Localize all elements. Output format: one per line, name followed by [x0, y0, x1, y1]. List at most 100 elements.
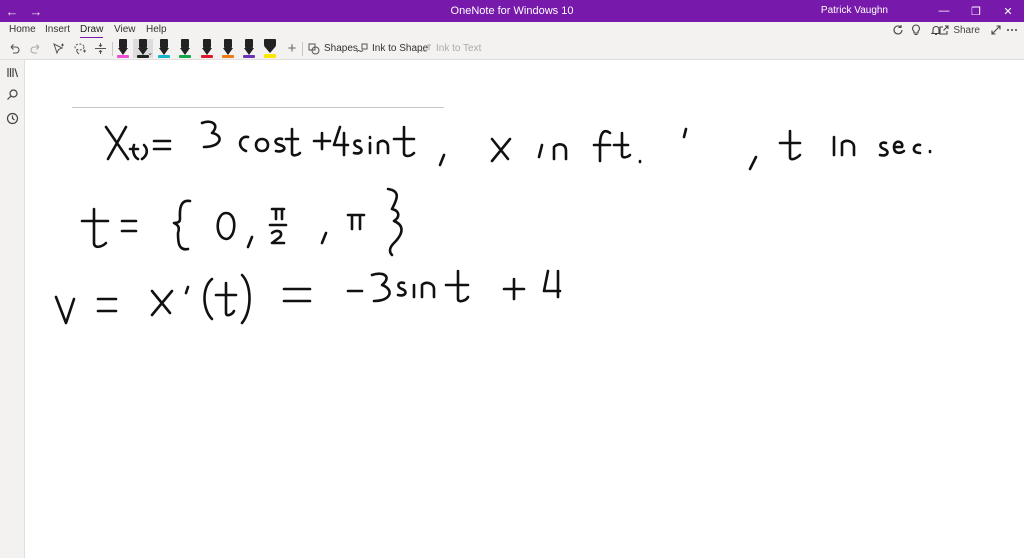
ink-to-text-icon — [420, 44, 431, 52]
pen-ink-swatch — [264, 54, 276, 58]
ink-brace-close — [386, 187, 403, 257]
pen-ink-swatch — [117, 55, 129, 58]
redo-icon[interactable] — [28, 38, 44, 59]
sync-icon[interactable] — [892, 22, 904, 38]
tab-insert[interactable]: Insert — [45, 24, 70, 38]
ink-to-text-button[interactable]: Ink to Text — [420, 38, 481, 59]
pen-body — [181, 39, 189, 48]
ink-s2 — [352, 139, 363, 155]
ink-x3 — [150, 289, 174, 317]
lasso-select-icon[interactable] — [71, 38, 87, 59]
pen-teal-tool[interactable] — [157, 39, 171, 58]
ink-n3 — [840, 139, 856, 157]
pen-tip — [264, 46, 276, 53]
undo-icon[interactable] — [6, 38, 22, 59]
ink-three2 — [370, 272, 391, 303]
search-icon[interactable] — [4, 86, 21, 103]
draw-ribbon: ⌄ + Shapes Ink to Shape Ink to Text — [0, 38, 1024, 60]
onenote-window: ← → OneNote for Windows 10 Patrick Vaugh… — [0, 0, 1024, 558]
ink-t2 — [392, 125, 416, 158]
close-glyph: ✕ — [1003, 5, 1013, 18]
ink-three — [200, 120, 221, 149]
share-label: Share — [953, 24, 980, 36]
ink-paren — [140, 143, 149, 161]
ink-t3 — [612, 131, 632, 159]
ink-t4 — [778, 129, 802, 161]
pen-red-tool[interactable] — [200, 39, 214, 58]
shapes-label: Shapes — [324, 43, 358, 54]
ink-paren-close — [240, 273, 251, 325]
more-options-icon[interactable] — [1006, 22, 1018, 38]
highlighter-yellow-tool[interactable] — [263, 39, 277, 58]
ink-s — [274, 137, 286, 153]
tab-home[interactable]: Home — [9, 24, 36, 38]
ink-n4 — [420, 281, 436, 299]
ink-zero — [216, 211, 236, 241]
ink-comma3 — [246, 235, 254, 249]
tab-draw[interactable]: Draw — [80, 24, 104, 39]
ink-plus2 — [502, 277, 526, 301]
ink-equals2 — [120, 219, 138, 233]
ink-t — [284, 127, 302, 157]
ink-c2 — [912, 143, 922, 155]
pen-ink-swatch — [179, 55, 191, 58]
ink-equals4 — [282, 287, 312, 303]
recent-clock-icon[interactable] — [4, 110, 21, 127]
ink-x — [104, 125, 130, 161]
ink-line-times — [80, 187, 403, 257]
pen-body — [119, 39, 127, 48]
shapes-button[interactable]: Shapes — [308, 38, 358, 59]
ink-drawing[interactable] — [26, 61, 1024, 558]
ink-t5 — [80, 207, 110, 249]
expand-icon[interactable] — [990, 22, 1002, 38]
ribbon-tabs: Home Insert Draw View Help — [0, 22, 1024, 39]
close-icon[interactable]: ✕ — [992, 0, 1024, 22]
pen-tip — [118, 48, 128, 55]
share-button[interactable]: Share — [938, 22, 980, 38]
ink-x2 — [490, 137, 512, 163]
share-icon — [939, 25, 949, 35]
restore-icon[interactable]: ❐ — [960, 0, 992, 22]
ink-n2 — [552, 143, 568, 161]
tab-help[interactable]: Help — [146, 24, 167, 38]
restore-glyph: ❐ — [971, 5, 981, 18]
pen-ink-swatch — [201, 55, 213, 58]
insert-space-icon[interactable] — [92, 38, 108, 59]
ink-i2 — [537, 143, 544, 159]
ink-c — [238, 135, 250, 153]
chevron-down-icon: ⌄ — [147, 50, 153, 57]
pen-body — [203, 39, 211, 48]
notebooks-icon[interactable] — [4, 64, 21, 81]
ink-o — [254, 137, 270, 153]
ink-equals — [152, 139, 172, 151]
ink-line-position — [104, 120, 932, 171]
ribbon-separator — [302, 42, 303, 56]
ink-t6 — [214, 281, 238, 317]
ink-comma4 — [320, 231, 328, 245]
ink-pi2 — [346, 213, 366, 231]
add-pen-icon[interactable]: + — [285, 38, 299, 59]
tab-view[interactable]: View — [114, 24, 136, 38]
ink-t-paren — [128, 143, 140, 161]
ink-four2 — [542, 269, 562, 299]
ink-v — [54, 295, 76, 325]
type-select-icon[interactable] — [50, 38, 66, 59]
pen-black-tool[interactable]: ⌄ — [133, 39, 153, 58]
pen-purple-tool[interactable] — [242, 39, 256, 58]
user-name[interactable]: Patrick Vaughn — [821, 0, 888, 22]
pen-pink-tool[interactable] — [116, 39, 130, 58]
lightbulb-icon[interactable] — [910, 22, 922, 38]
left-sidebar — [0, 60, 25, 558]
minimize-icon[interactable]: — — [928, 0, 960, 22]
pen-tip — [180, 48, 190, 55]
pen-body — [264, 39, 276, 46]
ink-s4 — [396, 281, 407, 297]
page-canvas[interactable] — [26, 61, 1024, 558]
pen-tip — [159, 48, 169, 55]
pen-ink-swatch — [243, 55, 255, 58]
ink-pi — [270, 207, 286, 221]
pen-green-tool[interactable] — [178, 39, 192, 58]
pen-orange-tool[interactable] — [221, 39, 235, 58]
ink-to-shape-button[interactable]: Ink to Shape — [356, 38, 428, 59]
pen-tip — [202, 48, 212, 55]
